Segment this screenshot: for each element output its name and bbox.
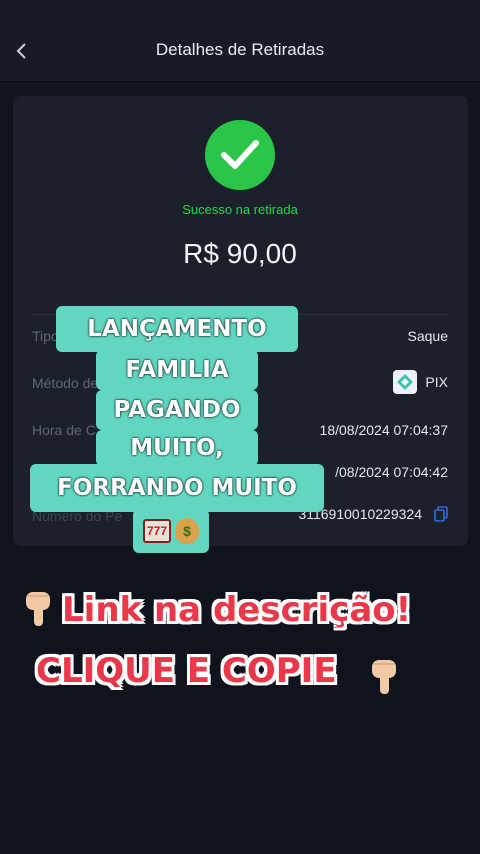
overlay-line-1: LANÇAMENTO [56,306,298,352]
cta-link-text: Link na descrição! [62,590,412,630]
time-value: 18/08/2024 07:04:37 [320,422,448,438]
success-check-icon [205,120,275,190]
overlay-line-3: PAGANDO [96,390,258,430]
page-title: Detalhes de Retiradas [155,40,325,59]
overlay-line-4: MUITO, [96,430,258,466]
pointing-down-hand-icon-2 [372,660,396,694]
type-label: Tipo [32,328,59,344]
overlay-line-2: FAMILIA [96,350,258,390]
withdrawal-amount: R$ 90,00 [183,238,297,269]
pix-icon [393,370,418,394]
cta-copy-text: CLIQUE E COPIE [36,651,337,691]
pointing-down-hand-icon [26,592,50,626]
slot-machine-icon: 777 [143,519,171,543]
method-label: Método de [32,375,99,391]
time-label: Hora de C [32,422,96,438]
method-value-text: PIX [425,374,448,390]
type-value: Saque [408,328,448,344]
time2-value: /08/2024 07:04:42 [335,464,448,480]
emoji-row: 777 $ [133,509,209,553]
type-value-text: Saque [407,328,448,344]
overlay-line-5: FORRANDO MUITO [30,464,324,512]
time-value-text: 18/08/2024 07:04:37 [319,422,448,438]
header-bar: Detalhes de Retiradas [0,0,480,82]
status-text: Sucesso na retirada [182,202,298,217]
copy-icon[interactable] [434,506,448,522]
money-bag-icon: $ [175,518,199,544]
time2-value-text: /08/2024 07:04:42 [335,464,448,480]
method-value: PIX [393,370,448,394]
